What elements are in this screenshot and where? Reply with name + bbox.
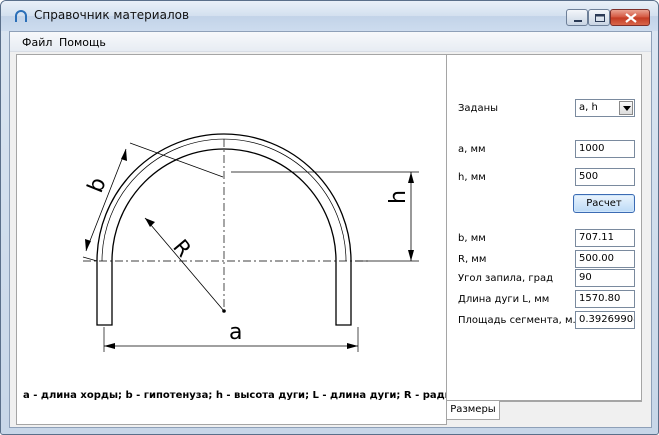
client-area: Файл Помощь a b h R a - длина хорды; b -… <box>9 31 652 428</box>
angle-output[interactable]: 90 <box>575 269 635 287</box>
minimize-button[interactable] <box>566 9 588 26</box>
b-arrowhead-top <box>121 149 127 161</box>
parameters-panel: Заданы a, h a, мм 1000 h, мм 500 Расчет … <box>446 54 642 401</box>
h-arrowhead-top <box>408 172 414 183</box>
h-input[interactable]: 500 <box>575 168 635 186</box>
a-input[interactable]: 1000 <box>575 140 635 158</box>
h-arrowhead-bottom <box>408 250 414 261</box>
menu-file[interactable]: Файл <box>22 36 52 49</box>
R-label: R, мм <box>458 254 487 265</box>
given-label: Заданы <box>458 103 499 114</box>
b-extension-bottom <box>82 256 98 262</box>
drawing-panel: a b h R a - длина хорды; b - гипотенуза;… <box>16 54 464 425</box>
title-bar[interactable]: Справочник материалов <box>1 1 658 31</box>
angle-label: Угол запила, град <box>458 273 554 284</box>
app-arc-icon <box>15 10 27 22</box>
tab-strip-line <box>500 401 642 402</box>
calculate-button[interactable]: Расчет <box>573 194 635 213</box>
label-b: b <box>83 174 111 196</box>
R-output[interactable]: 500.00 <box>575 250 635 268</box>
arc-length-output[interactable]: 1570.80 <box>575 290 635 308</box>
menu-help[interactable]: Помощь <box>59 36 106 49</box>
menu-bar: Файл Помощь <box>10 32 651 52</box>
b-label: b, мм <box>458 233 486 244</box>
label-a: a <box>229 320 242 345</box>
close-button[interactable] <box>610 9 650 26</box>
a-arrowhead-left <box>104 343 115 349</box>
tab-sizes[interactable]: Размеры <box>446 401 500 420</box>
legend-text: a - длина хорды; b - гипотенуза; h - выс… <box>23 390 465 401</box>
given-select-value: a, h <box>579 102 598 113</box>
area-output[interactable]: 0.392699081 <box>575 311 635 329</box>
label-R: R <box>168 235 196 262</box>
a-arrowhead-right <box>347 343 358 349</box>
radius-line <box>144 217 225 312</box>
a-label: a, мм <box>458 144 486 155</box>
label-h: h <box>386 190 411 204</box>
radius-arrowhead <box>145 218 155 227</box>
given-select[interactable]: a, h <box>575 99 635 117</box>
maximize-icon <box>595 14 605 22</box>
arch-diagram: a b h R <box>82 133 419 352</box>
b-arrowhead-bottom <box>85 239 91 251</box>
h-label: h, мм <box>458 172 486 183</box>
maximize-button[interactable] <box>588 9 610 26</box>
close-icon <box>625 13 637 23</box>
window-title: Справочник материалов <box>34 8 190 22</box>
b-output[interactable]: 707.11 <box>575 229 635 247</box>
area-label: Площадь сегмента, м.кв. <box>458 315 591 326</box>
arc-length-label: Длина дуги L, мм <box>458 294 550 305</box>
app-window: Справочник материалов Файл Помощь a b h … <box>0 0 659 435</box>
chevron-down-icon <box>623 106 631 111</box>
minimize-icon <box>574 20 582 22</box>
dropdown-button[interactable] <box>619 101 633 115</box>
